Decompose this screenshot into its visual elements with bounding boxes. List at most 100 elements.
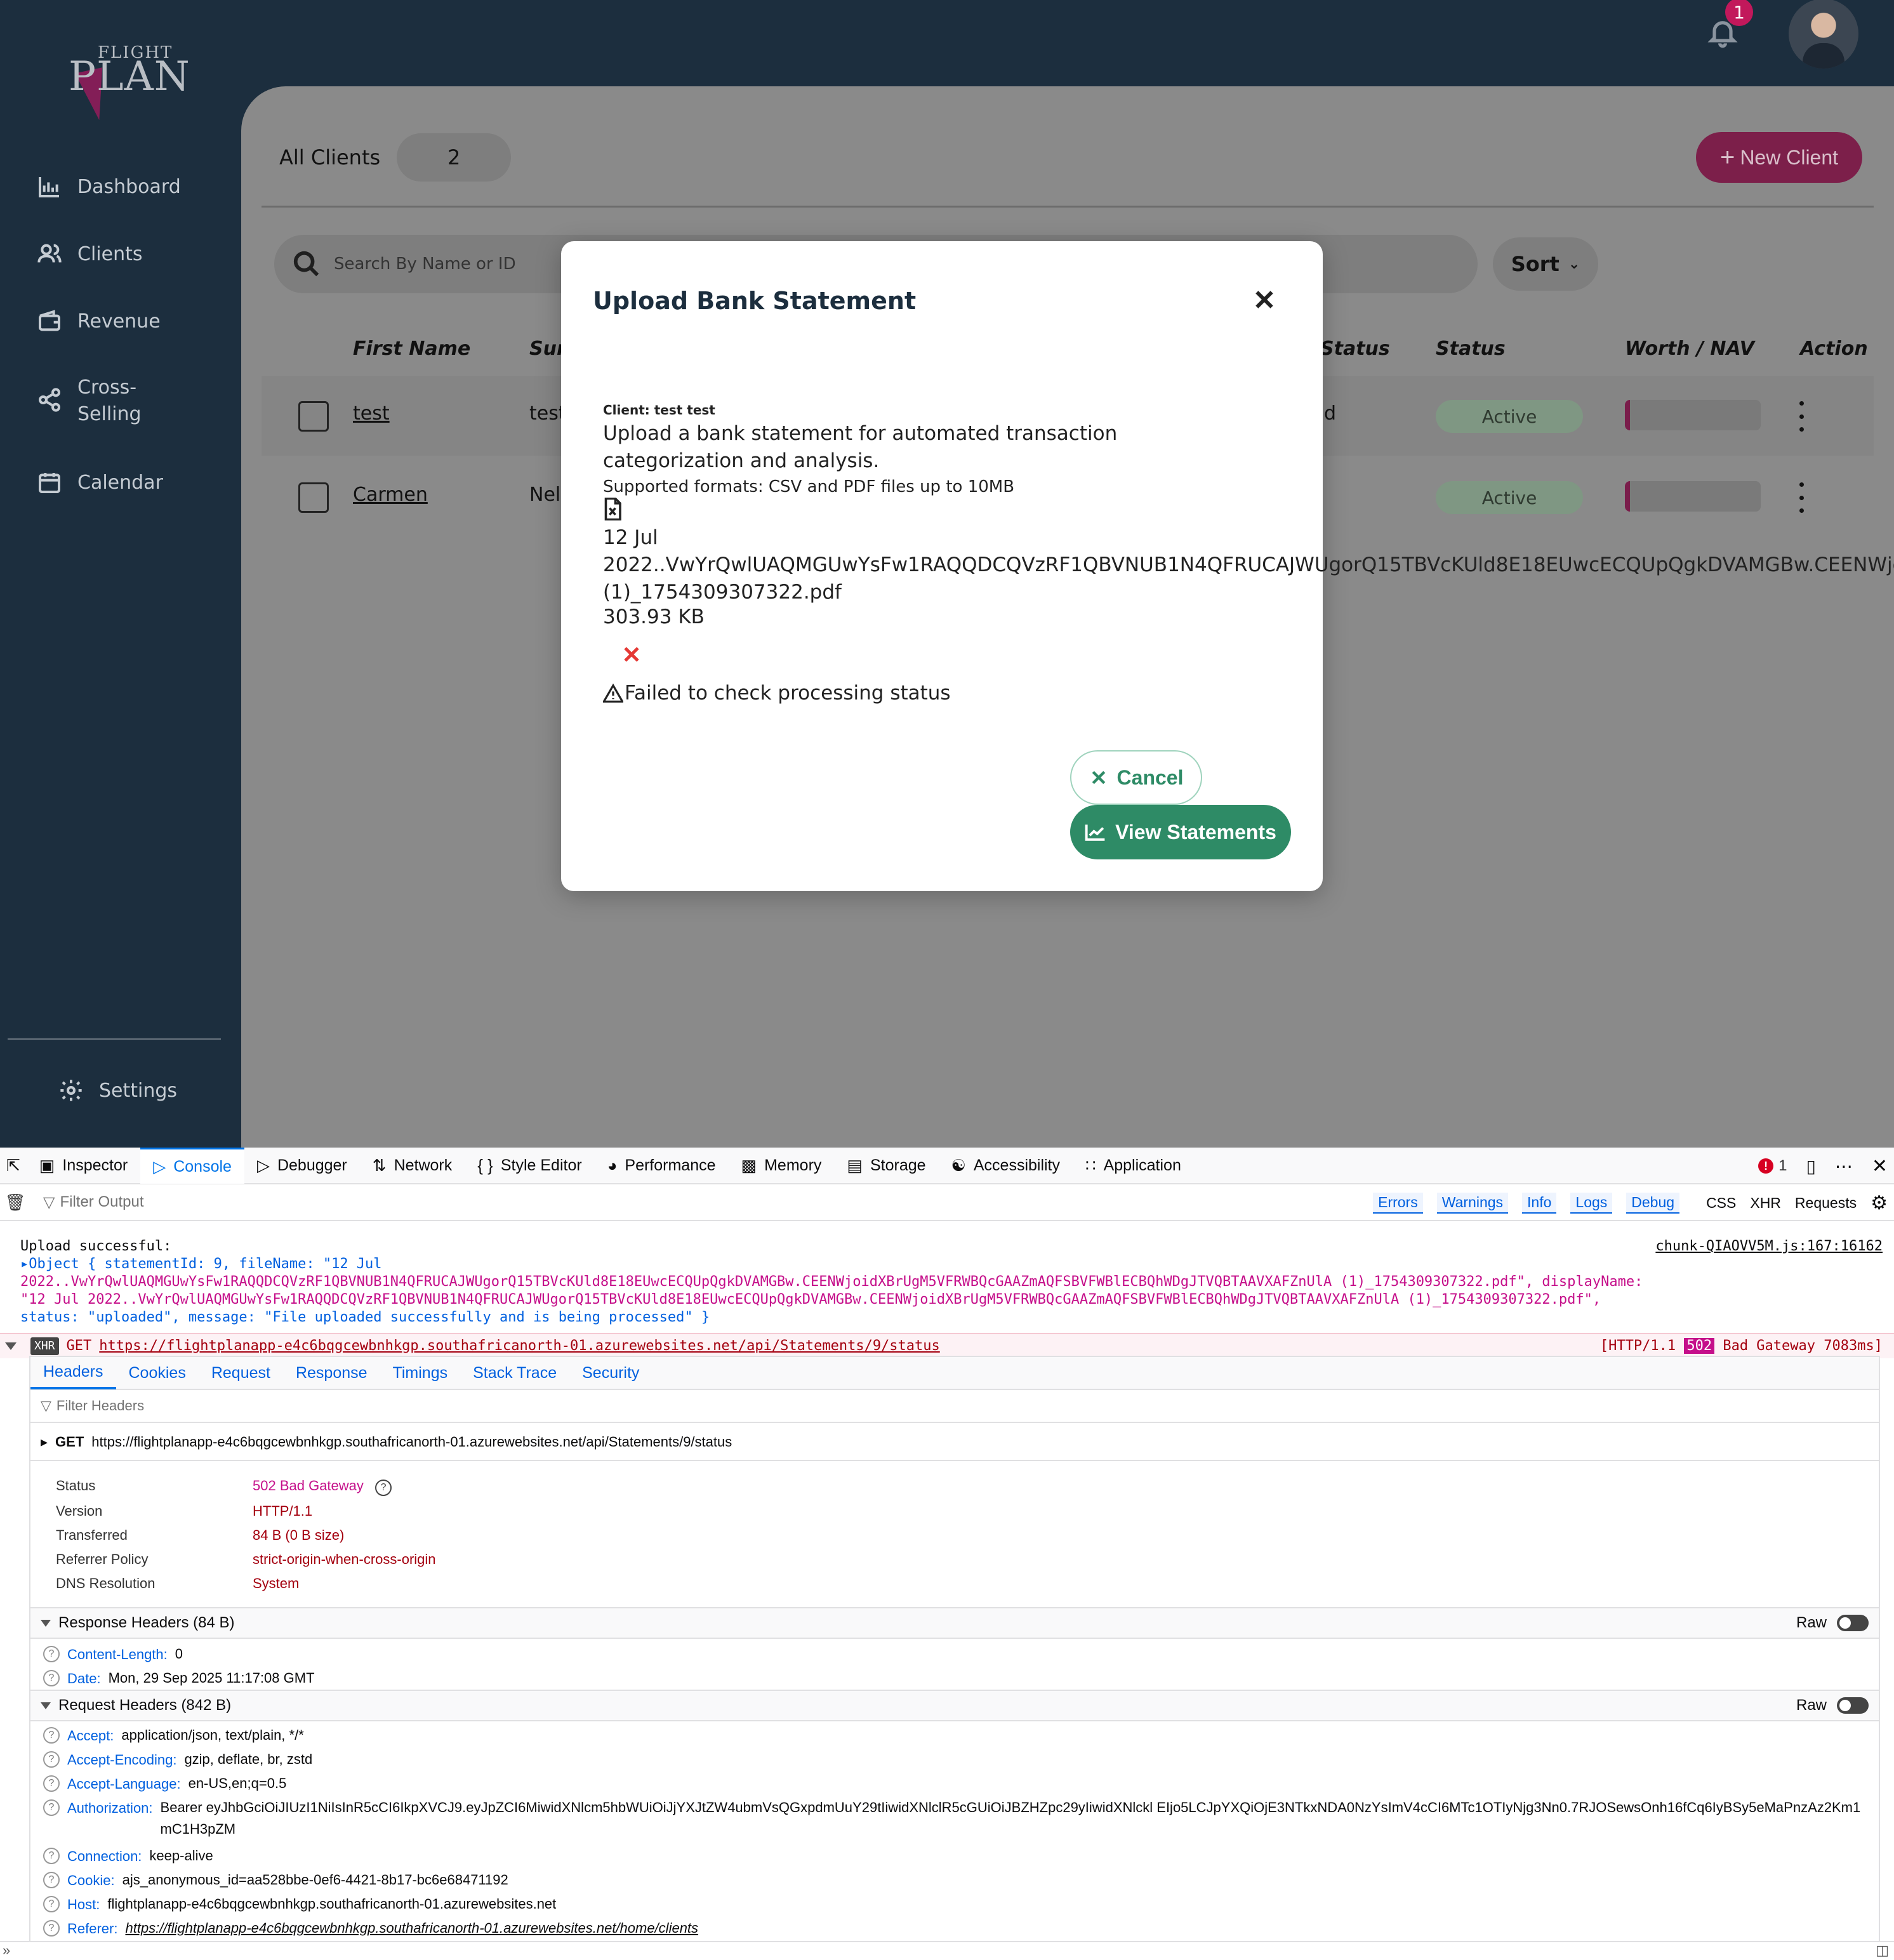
help-icon[interactable]: ? xyxy=(43,1727,60,1744)
help-icon[interactable]: ? xyxy=(43,1799,60,1816)
filter-requests[interactable]: Requests xyxy=(1795,1195,1857,1212)
tab-headers[interactable]: Headers xyxy=(30,1356,116,1389)
row-checkbox[interactable] xyxy=(298,482,329,513)
row-checkbox[interactable] xyxy=(298,401,329,432)
grid-icon: ∷ xyxy=(1085,1155,1096,1175)
sidebar-item-settings[interactable]: Settings xyxy=(57,1076,177,1104)
clear-console-icon[interactable]: 🗑 xyxy=(3,1193,28,1212)
column-header-worth[interactable]: Worth / NAV xyxy=(1625,338,1754,360)
filter-errors[interactable]: Errors xyxy=(1373,1192,1423,1214)
request-headers-section[interactable]: Request Headers (842 B) Raw xyxy=(30,1690,1879,1721)
new-client-label: New Client xyxy=(1740,145,1839,169)
collapse-icon[interactable] xyxy=(41,1619,51,1627)
sidebar-item-revenue[interactable]: Revenue xyxy=(36,307,161,335)
remove-file-button[interactable] xyxy=(621,644,646,669)
sidebar-item-dashboard[interactable]: Dashboard xyxy=(36,173,181,201)
tab-debugger[interactable]: ▷ Debugger xyxy=(244,1148,360,1184)
accessibility-icon: ☯ xyxy=(951,1155,966,1175)
column-header-status-partial[interactable]: Status xyxy=(1320,338,1390,360)
filter-headers-input[interactable]: ▽ Filter Headers xyxy=(30,1390,1879,1423)
expand-object-icon[interactable]: ▸ xyxy=(20,1256,29,1272)
debugger-icon: ▷ xyxy=(256,1155,270,1175)
filter-css[interactable]: CSS xyxy=(1706,1195,1736,1212)
tab-request[interactable]: Request xyxy=(199,1356,283,1389)
inspector-icon: ▣ xyxy=(39,1155,55,1175)
tab-network[interactable]: ⇅ Network xyxy=(360,1148,465,1184)
response-headers-section[interactable]: Response Headers (84 B) Raw xyxy=(30,1607,1879,1639)
tab-timings[interactable]: Timings xyxy=(380,1356,461,1389)
help-icon[interactable]: ? xyxy=(43,1896,60,1912)
help-icon[interactable]: ? xyxy=(43,1775,60,1792)
help-icon[interactable]: ? xyxy=(43,1670,60,1686)
first-name-link[interactable]: Carmen xyxy=(353,484,428,506)
help-icon[interactable]: ? xyxy=(43,1751,60,1768)
tab-style-editor[interactable]: { } Style Editor xyxy=(465,1148,594,1184)
console-input-bar[interactable]: » ◫ xyxy=(0,1941,1894,1960)
filter-debug[interactable]: Debug xyxy=(1626,1192,1680,1214)
worth-bar xyxy=(1625,481,1761,512)
filter-warnings[interactable]: Warnings xyxy=(1436,1192,1509,1214)
console-settings-icon[interactable]: ⚙ xyxy=(1871,1192,1888,1214)
wallet-icon xyxy=(36,307,63,335)
toggle-switch[interactable] xyxy=(1837,1615,1869,1631)
tab-performance[interactable]: ◕ Performance xyxy=(595,1148,729,1184)
flight-plan-logo[interactable]: Flight Plan xyxy=(63,38,190,127)
first-name-link[interactable]: test xyxy=(353,402,390,425)
toggle-switch[interactable] xyxy=(1837,1697,1869,1714)
avatar[interactable] xyxy=(1789,0,1858,69)
help-icon[interactable]: ? xyxy=(43,1872,60,1888)
sidebar-item-clients[interactable]: Clients xyxy=(36,240,142,268)
new-client-button[interactable]: + New Client xyxy=(1696,132,1862,183)
notifications-button[interactable]: 1 xyxy=(1706,0,1753,54)
sort-button[interactable]: Sort ⌄ xyxy=(1493,237,1598,291)
log-object[interactable]: ▸Object { statementId: 9, fileName: "12 … xyxy=(20,1255,1874,1327)
request-detail-tabs: Headers Cookies Request Response Timings… xyxy=(30,1357,1879,1390)
tab-storage[interactable]: ▤ Storage xyxy=(834,1148,938,1184)
tab-memory[interactable]: ▩ Memory xyxy=(729,1148,835,1184)
help-icon[interactable]: ? xyxy=(375,1480,392,1496)
help-icon[interactable]: ? xyxy=(43,1848,60,1864)
more-options-icon[interactable]: ⋯ xyxy=(1835,1156,1853,1177)
split-console-icon[interactable]: ◫ xyxy=(1876,1942,1889,1959)
surname-cell: test xyxy=(529,402,566,425)
log-message: Upload successful: xyxy=(20,1238,172,1254)
log-source-link[interactable]: chunk-QIAOVV5M.js:167:16162 xyxy=(1655,1238,1883,1255)
sidebar-item-calendar[interactable]: Calendar xyxy=(36,468,163,496)
column-header-first-name[interactable]: First Name xyxy=(353,338,470,360)
column-header-status[interactable]: Status xyxy=(1436,338,1506,360)
filter-logs[interactable]: Logs xyxy=(1570,1192,1613,1214)
tab-accessibility[interactable]: ☯ Accessibility xyxy=(939,1148,1073,1184)
responsive-design-icon[interactable]: ▯ xyxy=(1806,1156,1815,1177)
tab-stack-trace[interactable]: Stack Trace xyxy=(460,1356,569,1389)
raw-toggle[interactable]: Raw xyxy=(1796,1697,1869,1714)
tab-application[interactable]: ∷ Application xyxy=(1073,1148,1194,1184)
cancel-button[interactable]: Cancel xyxy=(1070,750,1202,805)
tab-response[interactable]: Response xyxy=(283,1356,380,1389)
sidebar-item-cross-selling[interactable]: Cross- Selling xyxy=(36,374,142,428)
collapse-icon[interactable] xyxy=(41,1702,51,1709)
raw-toggle[interactable]: Raw xyxy=(1796,1614,1869,1632)
help-icon[interactable]: ? xyxy=(43,1646,60,1662)
help-icon[interactable]: ? xyxy=(43,1920,60,1937)
close-dialog-button[interactable] xyxy=(1252,287,1280,315)
collapse-icon[interactable] xyxy=(5,1342,17,1350)
expand-icon[interactable]: ▸ xyxy=(41,1434,48,1450)
tab-cookies[interactable]: Cookies xyxy=(116,1356,199,1389)
close-icon xyxy=(624,647,639,662)
xhr-request-row[interactable]: XHR GET https://flightplanapp-e4c6bqgcew… xyxy=(0,1333,1894,1358)
view-statements-button[interactable]: View Statements xyxy=(1070,805,1291,859)
tab-console[interactable]: ▷ Console xyxy=(140,1148,244,1184)
error-count-button[interactable]: ! 1 xyxy=(1758,1157,1787,1175)
row-actions-button[interactable] xyxy=(1798,482,1805,513)
filter-output-input[interactable]: ▽ Filter Output xyxy=(43,1193,144,1212)
filter-info[interactable]: Info xyxy=(1522,1192,1557,1214)
filter-xhr[interactable]: XHR xyxy=(1750,1195,1781,1212)
tab-inspector[interactable]: ▣ Inspector xyxy=(27,1148,140,1184)
pick-element-button[interactable]: ⇱ xyxy=(0,1148,27,1184)
request-summary[interactable]: ▸ GET https://flightplanapp-e4c6bqgcewbn… xyxy=(30,1424,1879,1461)
row-actions-button[interactable] xyxy=(1798,401,1805,432)
xhr-url[interactable]: https://flightplanapp-e4c6bqgcewbnhkgp.s… xyxy=(99,1337,940,1355)
error-message: Failed to check processing status xyxy=(603,682,951,705)
tab-security[interactable]: Security xyxy=(569,1356,652,1389)
close-icon[interactable]: ✕ xyxy=(1872,1155,1888,1177)
